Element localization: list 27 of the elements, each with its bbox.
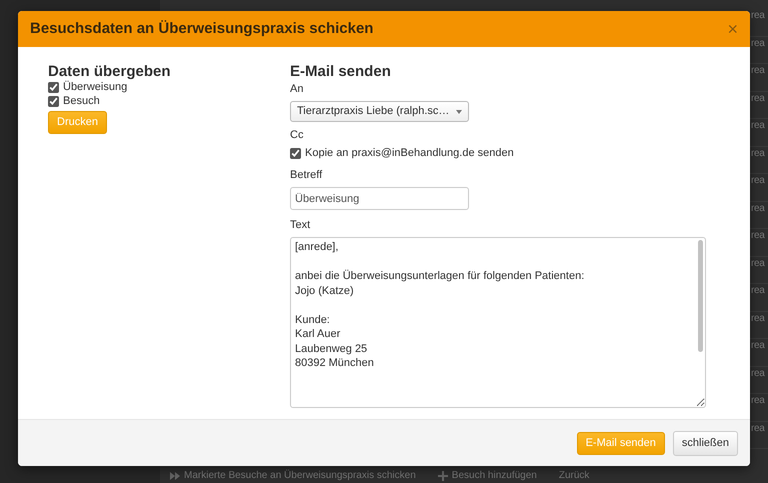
close-button[interactable]: × — [727, 20, 738, 38]
checkbox-label: Besuch — [63, 94, 100, 108]
checkbox[interactable] — [290, 148, 301, 158]
recipient-dropdown[interactable]: Tierarztpraxis Liebe (ralph.sc… — [290, 101, 469, 122]
scrollbar[interactable] — [698, 240, 703, 352]
plus-icon — [438, 470, 448, 480]
checkbox[interactable] — [48, 82, 59, 92]
section-heading: E-Mail senden — [290, 64, 392, 80]
caret-icon — [456, 110, 462, 114]
toolbar-button[interactable]: Zurück — [558, 469, 590, 482]
field-label: Cc — [290, 128, 304, 142]
field-label: Betreff — [290, 168, 324, 182]
fast-forward-icon — [170, 470, 180, 480]
toolbar-button[interactable]: Markierte Besuche an Überweisungspraxis schicken — [170, 469, 416, 482]
send-email-button[interactable]: E-Mail senden — [576, 432, 665, 454]
checkbox[interactable] — [48, 96, 59, 106]
section-heading: Daten übergeben — [48, 64, 172, 80]
message-textarea[interactable]: [anrede], anbei die Überweisungsunterlagen für folgenden Patienten: Jojo (Katze) Kunde: Karl Auer Laubenweg 25 80392 München — [290, 237, 706, 408]
checkbox-label: Kopie an praxis@inBehandlung.de senden — [305, 146, 514, 160]
print-button[interactable]: Drucken — [48, 110, 107, 134]
checkbox-label: Überweisung — [63, 80, 128, 94]
close-dialog-button[interactable]: schließen — [672, 430, 738, 456]
field-label: Text — [290, 218, 312, 232]
dialog-title: Besuchsdaten an Überweisungspraxis schicken — [30, 18, 374, 39]
toolbar-button[interactable]: Besuch hinzufügen — [438, 469, 537, 482]
subject-field[interactable]: Überweisung — [290, 187, 469, 210]
field-label: An — [290, 82, 304, 96]
